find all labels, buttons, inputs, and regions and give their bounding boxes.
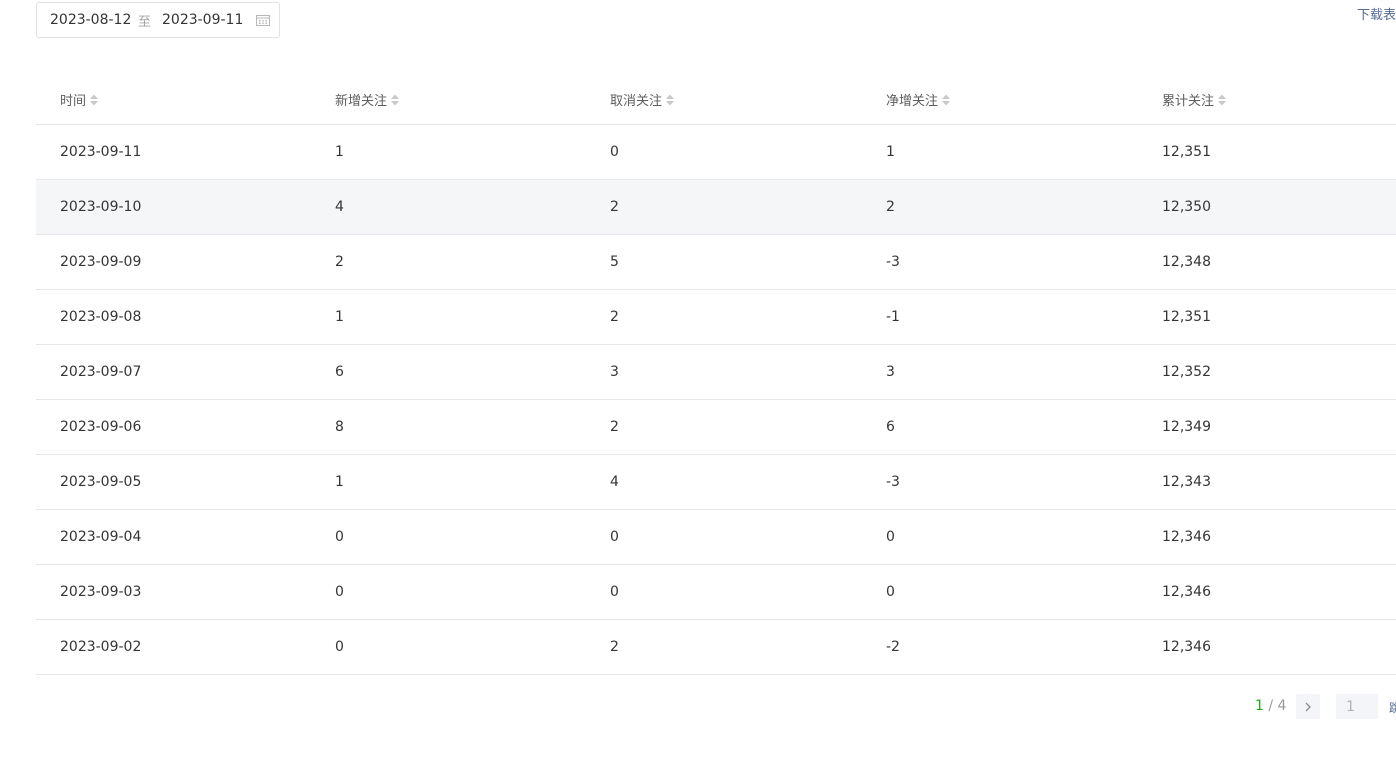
column-header-label: 新增关注 [335,94,388,109]
column-header-new-follows[interactable]: 新增关注 [335,90,400,109]
cell-date: 2023-09-09 [60,254,142,270]
current-page: 1 [1255,698,1264,714]
cell-total: 12,346 [1162,639,1211,655]
sort-icon[interactable] [1217,93,1227,107]
cell-date: 2023-09-11 [60,144,142,160]
cell-net: 3 [886,364,895,380]
cell-total: 12,349 [1162,419,1211,435]
cell-new: 0 [335,529,344,545]
cell-net: 6 [886,419,895,435]
table-row: 2023-09-11 1 0 1 12,351 [36,125,1396,180]
sort-icon[interactable] [390,93,400,107]
cell-cancel: 2 [610,419,619,435]
followers-table: 时间 新增关注 取消关注 净增关注 累计关注 2023-09-11 1 0 1 … [36,70,1396,675]
column-header-label: 时间 [60,94,87,109]
table-row: 2023-09-08 1 2 -1 12,351 [36,290,1396,345]
sort-icon[interactable] [665,93,675,107]
cell-new: 0 [335,584,344,600]
cell-cancel: 3 [610,364,619,380]
column-header-unfollows[interactable]: 取消关注 [610,90,675,109]
cell-total: 12,343 [1162,474,1211,490]
cell-date: 2023-09-06 [60,419,142,435]
cell-net: 1 [886,144,895,160]
chevron-right-icon [1305,702,1311,711]
cell-cancel: 0 [610,144,619,160]
cell-cancel: 2 [610,199,619,215]
cell-date: 2023-09-08 [60,309,142,325]
sort-icon[interactable] [941,93,951,107]
cell-net: -3 [886,254,900,270]
cell-date: 2023-09-07 [60,364,142,380]
column-header-label: 取消关注 [610,94,663,109]
cell-total: 12,352 [1162,364,1211,380]
column-header-net-follows[interactable]: 净增关注 [886,90,951,109]
cell-net: -3 [886,474,900,490]
table-row: 2023-09-07 6 3 3 12,352 [36,345,1396,400]
cell-total: 12,346 [1162,584,1211,600]
table-row: 2023-09-09 2 5 -3 12,348 [36,235,1396,290]
cell-total: 12,350 [1162,199,1211,215]
cell-date: 2023-09-02 [60,639,142,655]
cell-date: 2023-09-10 [60,199,142,215]
column-header-time[interactable]: 时间 [60,90,99,109]
cell-cancel: 2 [610,639,619,655]
cell-new: 8 [335,419,344,435]
cell-net: 2 [886,199,895,215]
cell-new: 1 [335,474,344,490]
cell-new: 1 [335,144,344,160]
cell-total: 12,346 [1162,529,1211,545]
download-table-link[interactable]: 下载表 [1357,4,1396,23]
cell-net: -2 [886,639,900,655]
page-indicator: 1 / 4 [1255,698,1286,714]
cell-total: 12,351 [1162,309,1211,325]
table-row: 2023-09-05 1 4 -3 12,343 [36,455,1396,510]
cell-cancel: 2 [610,309,619,325]
table-row: 2023-09-10 4 2 2 12,350 [36,180,1396,235]
page-jump-button[interactable]: 跳 [1389,699,1396,716]
column-header-label: 净增关注 [886,94,939,109]
date-range-picker[interactable]: 2023-08-12 至 2023-09-11 [36,2,280,38]
date-separator: 至 [138,14,152,30]
cell-new: 2 [335,254,344,270]
cell-new: 6 [335,364,344,380]
cell-date: 2023-09-04 [60,529,142,545]
page: 2023-08-12 至 2023-09-11 下载表 时间 新增关注 取消关注… [0,0,1396,772]
cell-total: 12,351 [1162,144,1211,160]
cell-date: 2023-09-03 [60,584,142,600]
end-date[interactable]: 2023-09-11 [162,12,243,28]
cell-net: 0 [886,584,895,600]
table-header: 时间 新增关注 取消关注 净增关注 累计关注 [36,70,1396,125]
cell-new: 4 [335,199,344,215]
cell-new: 1 [335,309,344,325]
cell-cancel: 5 [610,254,619,270]
column-header-label: 累计关注 [1162,94,1215,109]
cell-cancel: 4 [610,474,619,490]
sort-icon[interactable] [89,93,99,107]
cell-net: -1 [886,309,900,325]
calendar-icon[interactable] [256,14,270,26]
start-date[interactable]: 2023-08-12 [50,12,131,28]
table-row: 2023-09-06 8 2 6 12,349 [36,400,1396,455]
table-row: 2023-09-02 0 2 -2 12,346 [36,620,1396,675]
cell-new: 0 [335,639,344,655]
cell-net: 0 [886,529,895,545]
total-pages: / 4 [1263,698,1287,714]
cell-cancel: 0 [610,584,619,600]
next-page-button[interactable] [1296,694,1320,719]
cell-total: 12,348 [1162,254,1211,270]
page-jump-input[interactable] [1336,694,1378,719]
cell-date: 2023-09-05 [60,474,142,490]
column-header-total-follows[interactable]: 累计关注 [1162,90,1227,109]
cell-cancel: 0 [610,529,619,545]
table-row: 2023-09-04 0 0 0 12,346 [36,510,1396,565]
table-row: 2023-09-03 0 0 0 12,346 [36,565,1396,620]
